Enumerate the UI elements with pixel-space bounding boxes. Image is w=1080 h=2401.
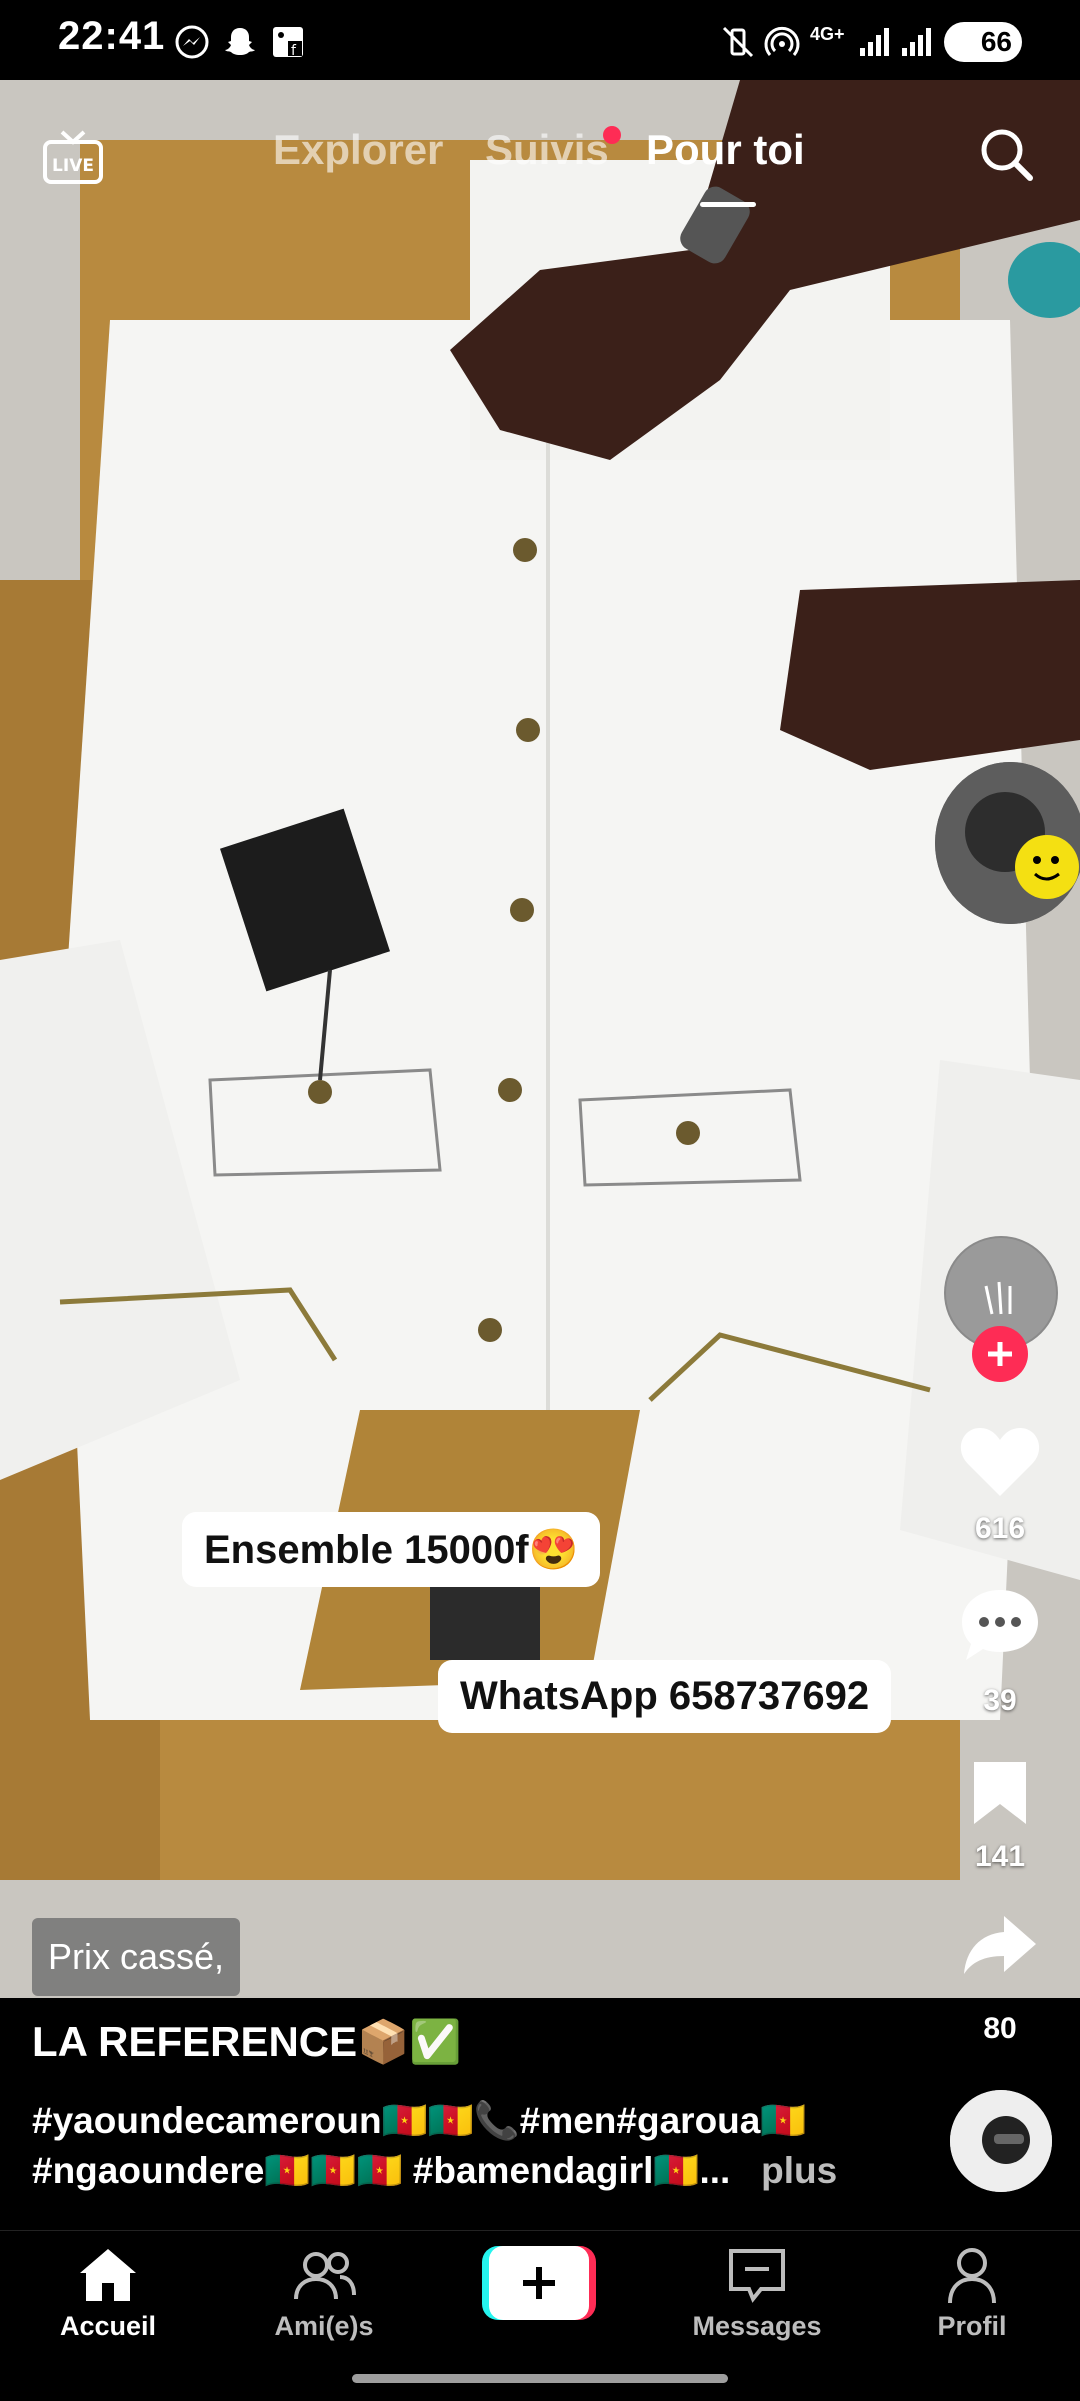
plus-icon (988, 1342, 1012, 1366)
home-icon (80, 2249, 136, 2301)
messenger-icon (175, 25, 209, 59)
nav-accueil[interactable]: Accueil (28, 2245, 188, 2342)
tab-explorer[interactable]: Explorer (273, 126, 443, 174)
nav-messages[interactable]: Messages (677, 2245, 837, 2342)
signal-icon-2 (902, 28, 931, 56)
like-count: 616 (974, 1512, 1026, 1545)
status-time: 22:41 (58, 14, 166, 58)
messages-icon (729, 2249, 785, 2303)
search-icon[interactable] (976, 124, 1036, 184)
signal-icon (860, 28, 889, 56)
nav-profil-label: Profil (937, 2311, 1007, 2341)
description-line-1: #yaoundecameroun🇨🇲🇨🇲📞#men#garoua🇨🇲 (32, 2100, 807, 2141)
bookmark-icon[interactable] (968, 1758, 1032, 1828)
tab-pour-toi[interactable]: Pour toi (646, 126, 805, 174)
hotspot-icon (764, 26, 800, 56)
active-tab-indicator (700, 202, 756, 207)
create-button[interactable] (482, 2246, 596, 2320)
share-count: 80 (983, 2012, 1017, 2045)
nav-messages-label: Messages (692, 2311, 822, 2341)
more-button[interactable]: plus (761, 2150, 837, 2191)
live-icon: LIVE (43, 130, 103, 184)
save-count: 141 (974, 1840, 1026, 1873)
snapchat-icon (225, 28, 255, 55)
profile-icon (948, 2248, 996, 2304)
post-description[interactable]: #yaoundecameroun🇨🇲🇨🇲📞#men#garoua🇨🇲 #ngao… (32, 2096, 892, 2196)
share-icon[interactable] (962, 1912, 1038, 1978)
live-button[interactable]: LIVE (42, 130, 104, 186)
nav-amis[interactable]: Ami(e)s (244, 2245, 404, 2342)
tab-suivis[interactable]: Suivis (485, 126, 609, 174)
sound-avatar[interactable] (950, 2090, 1052, 2192)
notification-dot (603, 126, 621, 144)
plus-icon (523, 2267, 555, 2299)
video-caption-price: Ensemble 15000f😍 (182, 1512, 601, 1587)
facebook-gallery-icon: f (273, 27, 303, 59)
nav-accueil-label: Accueil (59, 2311, 157, 2341)
comment-count: 39 (983, 1684, 1017, 1717)
friends-icon (294, 2252, 356, 2300)
video-caption-whatsapp: WhatsApp 658737692 (438, 1660, 892, 1733)
mute-vibrate-icon (722, 26, 754, 58)
nav-profil[interactable]: Profil (892, 2245, 1052, 2342)
creator-avatar[interactable] (935, 762, 1080, 924)
follow-button[interactable] (972, 1326, 1028, 1382)
nav-amis-label: Ami(e)s (274, 2311, 374, 2341)
live-label: LIVE (52, 156, 94, 176)
description-line-2: #ngaoundere🇨🇲🇨🇲🇨🇲 #bamendagirl🇨🇲... (32, 2150, 731, 2191)
comment-icon[interactable] (958, 1586, 1042, 1666)
home-indicator[interactable] (352, 2374, 728, 2383)
heart-icon[interactable] (958, 1424, 1042, 1500)
sound-avatar-image (950, 2090, 1052, 2192)
price-sticker: Prix cassé, (32, 1918, 241, 1996)
network-type: 4G+ (810, 24, 845, 44)
battery-level: 66 (980, 26, 1012, 57)
author-name[interactable]: LA REFERENCE📦✅ (32, 2018, 462, 2067)
avatar-image (935, 762, 1080, 924)
battery-indicator: 66 (944, 22, 1022, 62)
